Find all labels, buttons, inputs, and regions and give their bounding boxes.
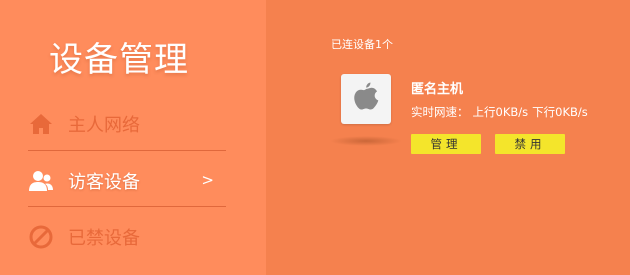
apple-icon: [351, 80, 381, 118]
sidebar-item-guest-devices[interactable]: 访客设备 >: [28, 155, 226, 207]
sidebar-item-label: 访客设备: [68, 172, 140, 193]
sidebar-item-label: 主人网络: [68, 115, 140, 136]
sidebar-item-label: 已禁设备: [68, 228, 140, 249]
device-avatar: [341, 74, 391, 124]
block-button[interactable]: 禁用: [495, 134, 565, 154]
divider: [28, 206, 226, 207]
upload-speed: 上行0KB/s: [472, 105, 529, 119]
sidebar: 设备管理 主人网络 访客设备 > 已禁设备: [0, 0, 266, 275]
connected-count: 已连设备1个: [331, 38, 393, 51]
speed-label: 实时网速：: [411, 105, 469, 119]
device-shadow: [330, 136, 402, 146]
manage-button[interactable]: 管理: [411, 134, 481, 154]
guests-icon: [28, 168, 54, 194]
divider: [28, 150, 226, 151]
chevron-right-icon: >: [201, 171, 214, 189]
blocked-icon: [28, 224, 54, 250]
sidebar-item-host-network[interactable]: 主人网络: [28, 98, 226, 150]
page-title: 设备管理: [49, 40, 189, 80]
download-speed: 下行0KB/s: [532, 105, 588, 119]
device-name: 匿名主机: [411, 82, 464, 97]
home-icon: [28, 111, 54, 137]
sidebar-item-blocked-devices[interactable]: 已禁设备: [28, 211, 226, 263]
device-speed: 实时网速： 上行0KB/s 下行0KB/s: [411, 104, 592, 120]
